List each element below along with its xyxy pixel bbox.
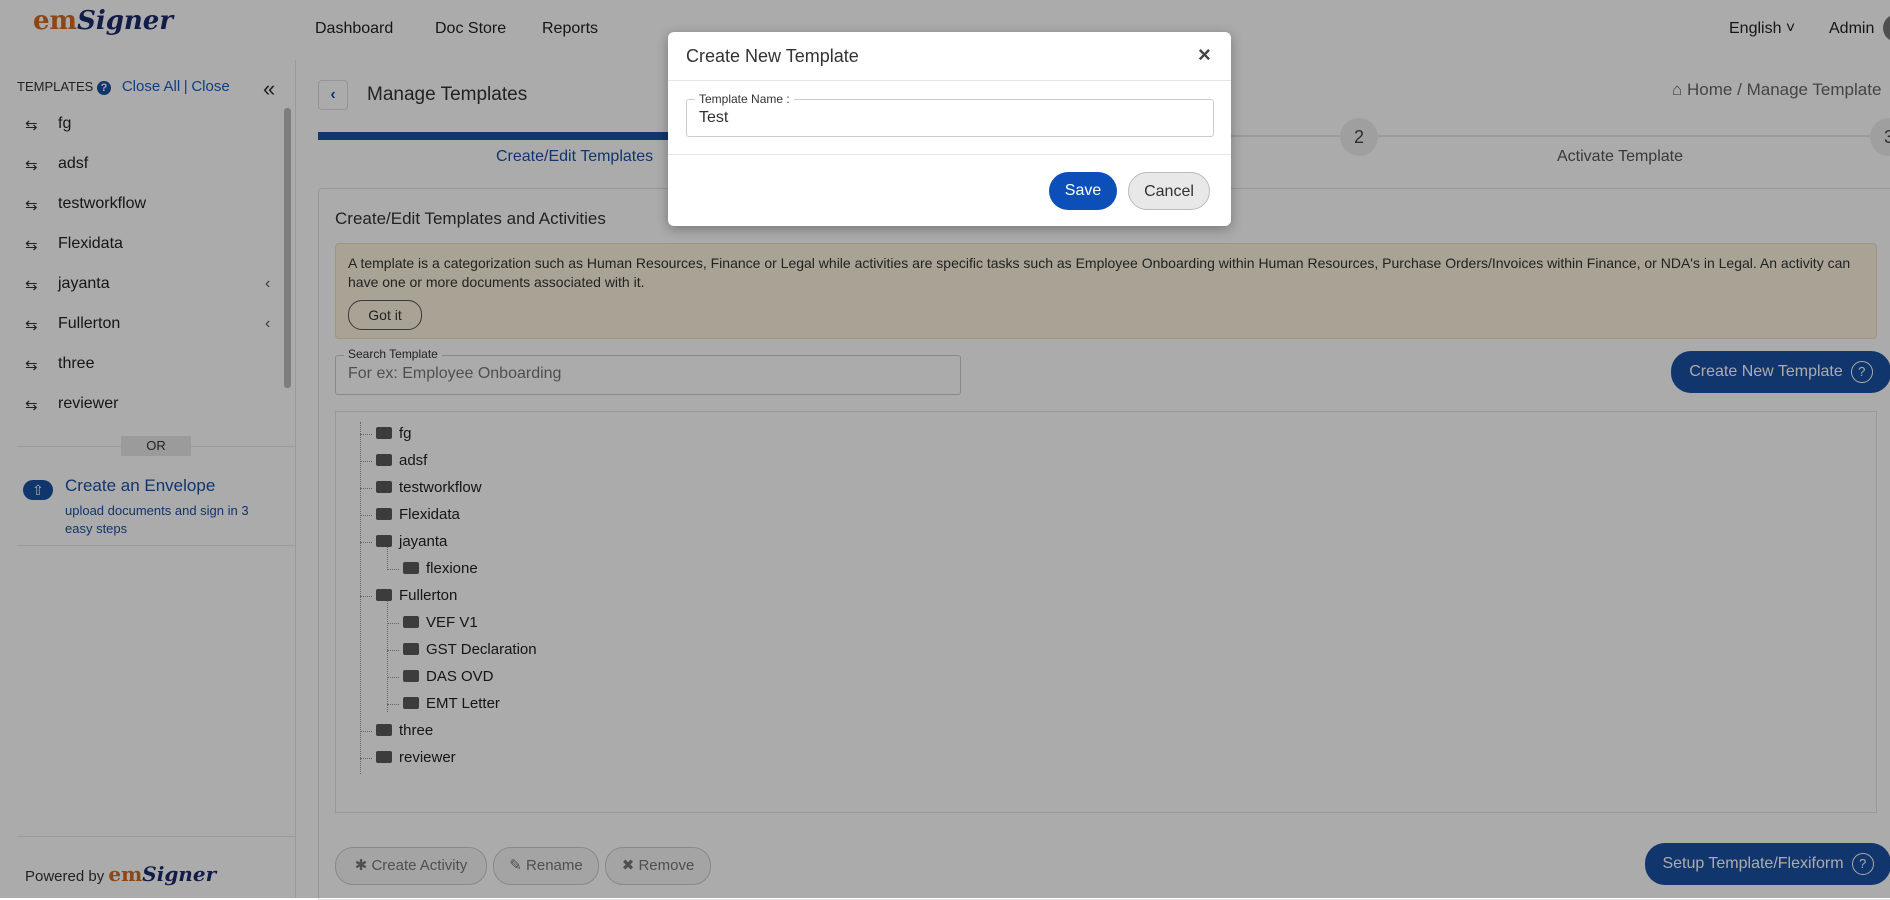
close-icon[interactable]: ×	[1198, 42, 1211, 68]
template-name-field: Template Name :	[686, 92, 1214, 137]
save-button[interactable]: Save	[1049, 172, 1117, 210]
app: emSigner Dashboard Doc Store Reports Eng…	[0, 0, 1890, 900]
create-template-modal: Create New Template × Template Name : Sa…	[668, 32, 1231, 226]
cancel-button[interactable]: Cancel	[1128, 172, 1210, 210]
modal-title: Create New Template	[686, 46, 859, 66]
modal-backdrop[interactable]: Create New Template × Template Name : Sa…	[0, 0, 1890, 898]
divider	[668, 154, 1231, 155]
template-name-input[interactable]	[697, 108, 1201, 128]
divider	[668, 80, 1231, 81]
template-name-label: Template Name :	[695, 92, 794, 106]
